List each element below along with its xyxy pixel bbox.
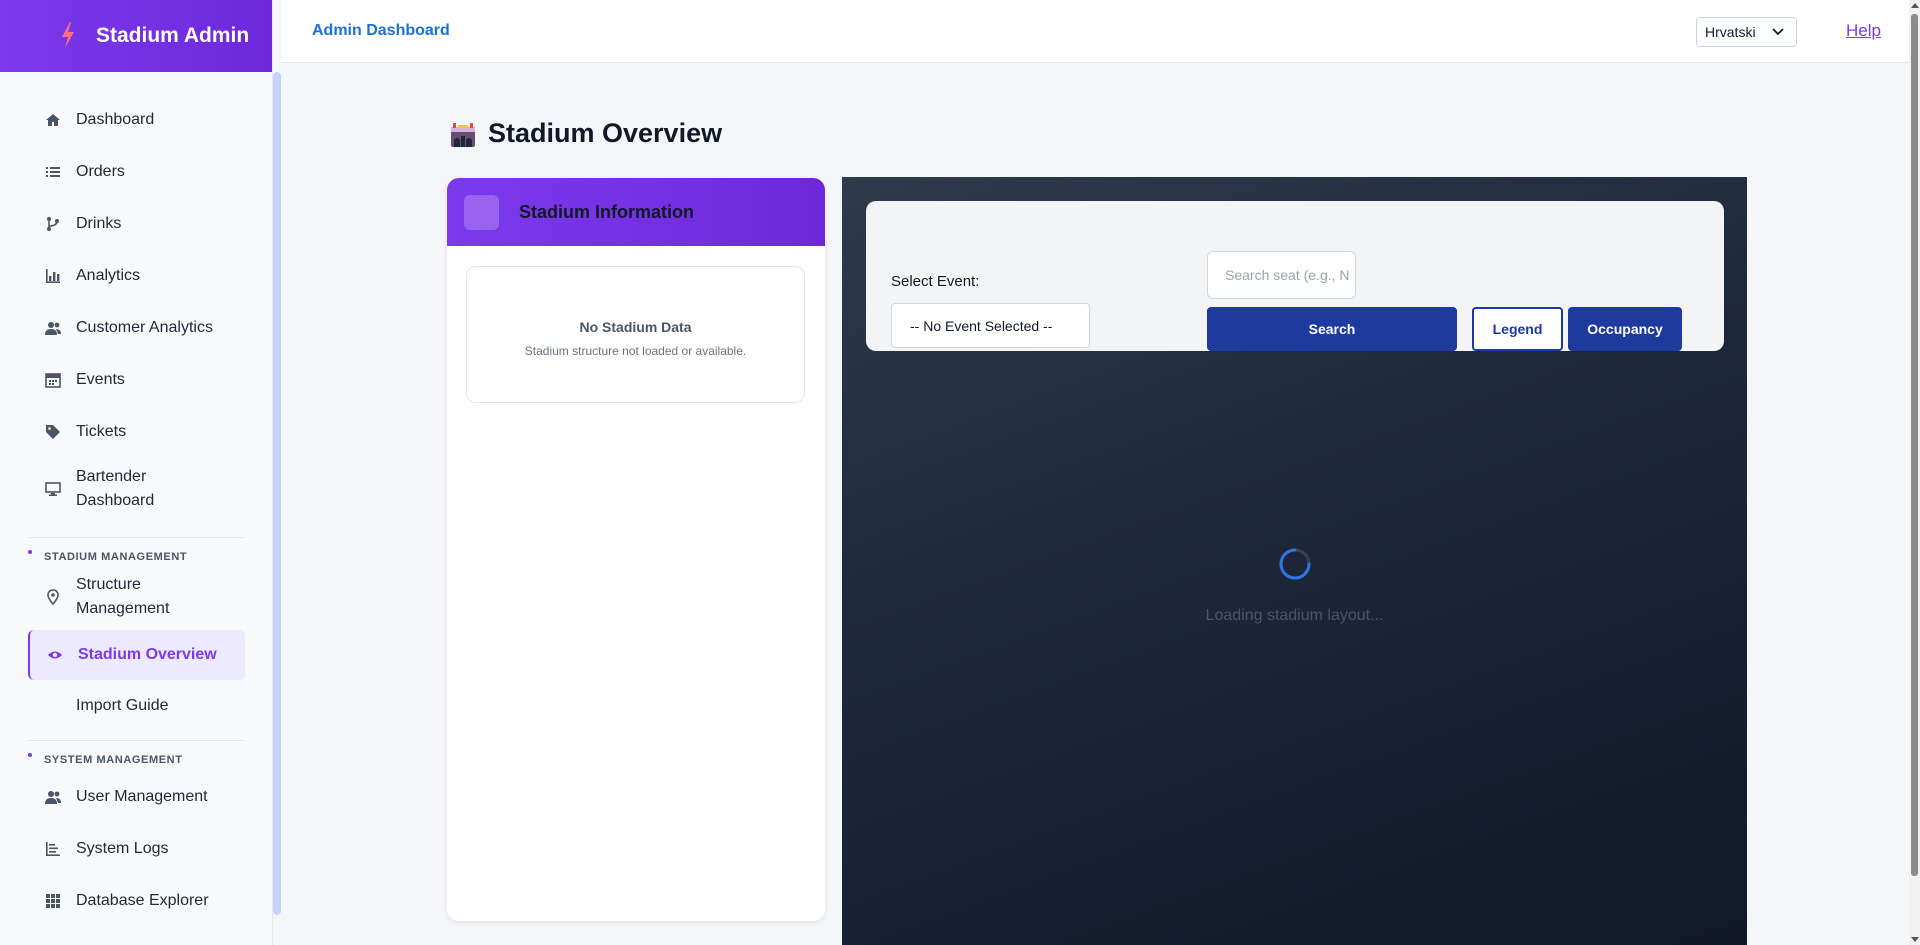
divider <box>28 537 245 538</box>
sidebar-item-label: Orders <box>76 163 125 180</box>
section-label-stadium: STADIUM MANAGEMENT <box>28 546 245 568</box>
sidebar-item-import-guide[interactable]: Import Guide <box>28 680 245 732</box>
loading-spinner-icon <box>1279 548 1311 580</box>
sidebar-item-events[interactable]: Events <box>28 354 245 406</box>
app-title: Stadium Admin <box>96 24 250 47</box>
users-icon <box>44 788 62 806</box>
chevron-down-icon <box>1772 28 1784 36</box>
page-title: Stadium Overview <box>488 118 723 148</box>
scrollbar-thumb[interactable] <box>1911 14 1918 876</box>
scroll-up-icon[interactable] <box>1911 3 1919 8</box>
language-select[interactable]: Hrvatski <box>1696 17 1797 47</box>
language-value: Hrvatski <box>1705 24 1756 40</box>
stadium-map-panel: Select Event: -- No Event Selected -- Se… <box>842 177 1747 945</box>
sidebar-item-orders[interactable]: Orders <box>28 146 245 198</box>
sidebar-item-customer-analytics[interactable]: Customer Analytics <box>28 302 245 354</box>
occupancy-button[interactable]: Occupancy <box>1568 307 1682 351</box>
scroll-down-icon[interactable] <box>1911 937 1919 942</box>
sidebar-item-label: Events <box>76 371 125 388</box>
sidebar-nav: Dashboard Orders Drinks Analytics Custom… <box>28 72 245 927</box>
bar-chart-icon <box>44 267 62 285</box>
sidebar-item-label: User Management <box>76 788 208 805</box>
sidebar: Stadium Admin Dashboard Orders Drinks An… <box>0 0 273 945</box>
event-label: Select Event: <box>891 273 980 290</box>
breadcrumb[interactable]: Admin Dashboard <box>312 22 450 40</box>
stadium-icon <box>451 123 475 147</box>
stadium-info-card: Stadium Information No Stadium Data Stad… <box>447 178 825 921</box>
pin-icon <box>44 588 62 606</box>
sidebar-item-structure-management[interactable]: Structure Management <box>28 566 245 628</box>
home-icon <box>44 111 62 129</box>
bolt-icon <box>62 22 74 48</box>
tag-icon <box>44 423 62 441</box>
sidebar-item-bartender-dashboard[interactable]: Bartender Dashboard <box>28 458 245 520</box>
top-bar: Admin Dashboard Hrvatski Help <box>281 0 1909 63</box>
sidebar-item-label: Dashboard <box>76 111 155 128</box>
seat-search-input[interactable]: Search seat (e.g., N <box>1207 251 1356 299</box>
sidebar-item-label: Import Guide <box>76 697 169 714</box>
list-icon <box>44 163 62 181</box>
sidebar-item-user-management[interactable]: User Management <box>28 771 245 823</box>
sidebar-scrollbar[interactable] <box>273 72 281 915</box>
stadium-info-title: Stadium Information <box>519 201 694 222</box>
sidebar-item-database-explorer[interactable]: Database Explorer <box>28 875 245 927</box>
sidebar-item-label: Drinks <box>76 215 122 232</box>
event-select[interactable]: -- No Event Selected -- <box>891 303 1090 348</box>
legend-button[interactable]: Legend <box>1472 307 1563 351</box>
sidebar-item-tickets[interactable]: Tickets <box>28 406 245 458</box>
users-icon <box>44 319 62 337</box>
empty-state-text: Stadium structure not loaded or availabl… <box>524 344 747 358</box>
stadium-info-header: Stadium Information <box>447 178 825 246</box>
sidebar-item-label: System Logs <box>76 840 169 857</box>
sidebar-item-label: Tickets <box>76 423 127 440</box>
empty-state-title: No Stadium Data <box>579 319 692 335</box>
sidebar-item-dashboard[interactable]: Dashboard <box>28 94 245 146</box>
event-select-value: -- No Event Selected -- <box>910 317 1053 334</box>
search-button[interactable]: Search <box>1207 307 1457 351</box>
section-label-system: SYSTEM MANAGEMENT <box>28 749 245 771</box>
sidebar-item-label: Structure Management <box>76 576 170 617</box>
sidebar-item-label: Bartender Dashboard <box>76 468 155 509</box>
grid-icon <box>44 892 62 910</box>
empty-state: No Stadium Data Stadium structure not lo… <box>466 266 805 403</box>
seat-search-placeholder: Search seat (e.g., N <box>1225 267 1350 283</box>
map-controls: Select Event: -- No Event Selected -- Se… <box>866 201 1724 351</box>
divider <box>28 740 245 741</box>
sidebar-item-label: Stadium Overview <box>78 646 217 663</box>
calendar-icon <box>44 371 62 389</box>
sidebar-item-drinks[interactable]: Drinks <box>28 198 245 250</box>
loading-text: Loading stadium layout... <box>1205 607 1384 624</box>
blank-icon <box>44 697 62 715</box>
logs-icon <box>44 840 62 858</box>
monitor-icon <box>44 480 62 498</box>
help-link[interactable]: Help <box>1846 21 1881 41</box>
sidebar-item-analytics[interactable]: Analytics <box>28 250 245 302</box>
page-scrollbar[interactable] <box>1909 0 1920 945</box>
branch-icon <box>44 215 62 233</box>
sidebar-item-label: Analytics <box>76 267 141 284</box>
sidebar-item-label: Customer Analytics <box>76 319 213 336</box>
sidebar-item-label: Database Explorer <box>76 892 209 909</box>
info-square-icon <box>464 194 499 230</box>
sidebar-item-system-logs[interactable]: System Logs <box>28 823 245 875</box>
brand-header[interactable]: Stadium Admin <box>0 0 272 72</box>
sidebar-item-stadium-overview[interactable]: Stadium Overview <box>28 630 245 680</box>
eye-icon <box>46 646 64 664</box>
